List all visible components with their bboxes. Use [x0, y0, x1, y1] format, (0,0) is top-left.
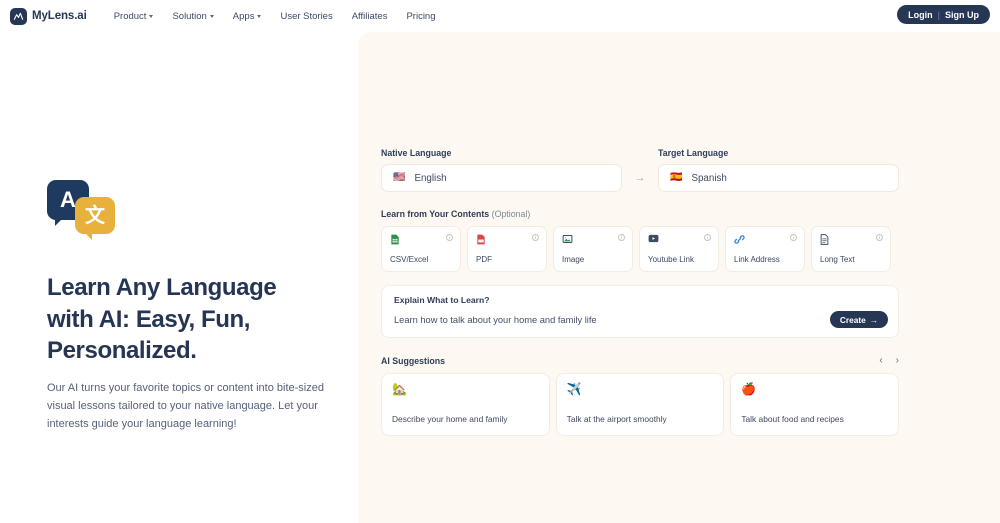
contents-optional-label: (Optional): [491, 209, 531, 219]
target-language-value: Spanish: [691, 172, 727, 184]
suggestion-text-food-recipes: Talk about food and recipes: [741, 414, 844, 424]
contents-label: Learn from Your Contents: [381, 209, 490, 219]
main-panel: Native Language 🇺🇸 English → Target Lang…: [358, 32, 1000, 523]
native-language-select[interactable]: 🇺🇸 English: [381, 164, 622, 192]
pdf-file-icon: [476, 234, 538, 248]
language-selector-row: Native Language 🇺🇸 English → Target Lang…: [381, 148, 899, 192]
native-language-value: English: [414, 172, 447, 184]
native-language-label: Native Language: [381, 148, 452, 158]
suggestion-card-airport[interactable]: ✈️ Talk at the airport smoothly: [555, 373, 725, 436]
explain-input[interactable]: Learn how to talk about your home and fa…: [394, 315, 886, 325]
chevron-right-icon[interactable]: ›: [896, 355, 899, 366]
content-source-grid: CSV/Excel i PDF i Image i Youtube Link i…: [381, 226, 899, 272]
native-language-group: Native Language 🇺🇸 English: [381, 148, 622, 192]
source-label-pdf: PDF: [476, 255, 492, 264]
direction-arrow-icon: →: [634, 172, 646, 184]
image-file-icon: [562, 234, 624, 247]
source-label-youtube-link: Youtube Link: [648, 255, 694, 264]
link-address-icon: [734, 234, 796, 248]
page-title: Learn Any Language with AI: Easy, Fun, P…: [47, 274, 277, 365]
cjk-character-bubble-icon: 文: [75, 197, 115, 240]
nav-item-apps-label: Apps: [232, 10, 255, 22]
nav-item-product[interactable]: Product: [114, 11, 154, 22]
spain-flag-icon: 🇪🇸: [670, 172, 683, 183]
suggestion-card-food-recipes[interactable]: 🍎 Talk about food and recipes: [730, 373, 900, 436]
suggestion-text-home-family: Describe your home and family: [392, 414, 508, 424]
brand-logo[interactable]: MyLens.ai: [10, 7, 87, 25]
source-card-pdf[interactable]: PDF i: [467, 226, 547, 272]
source-label-link-address: Link Address: [734, 255, 780, 264]
ai-suggestions-title: AI Suggestions: [381, 355, 446, 366]
info-icon[interactable]: i: [704, 234, 711, 241]
nav-item-pricing[interactable]: Pricing: [406, 11, 435, 22]
source-card-csv-excel[interactable]: CSV/Excel i: [381, 226, 461, 272]
us-flag-icon: 🇺🇸: [393, 172, 406, 183]
source-card-link-address[interactable]: Link Address i: [725, 226, 805, 272]
info-icon[interactable]: i: [532, 234, 539, 241]
nav-item-user-stories[interactable]: User Stories: [280, 11, 332, 22]
source-label-csv-excel: CSV/Excel: [390, 255, 429, 264]
nav-links: Product Solution Apps User Stories Affil…: [114, 11, 436, 22]
source-label-long-text: Long Text: [820, 255, 855, 264]
nav-item-affiliates-label: Affiliates: [351, 10, 388, 22]
auth-buttons[interactable]: Login | Sign Up: [897, 5, 990, 24]
explain-what-to-learn-box: Explain What to Learn? Learn how to talk…: [381, 285, 899, 338]
brand-name: MyLens.ai: [32, 10, 87, 22]
chevron-down-icon: [149, 15, 154, 18]
hero-subtitle: Our AI turns your favorite topics or con…: [47, 382, 324, 430]
mylens-logo-icon: [10, 7, 27, 25]
create-button[interactable]: Create →: [829, 311, 888, 328]
translate-bubbles-icon: A 文: [47, 180, 125, 242]
apple-emoji: 🍎: [741, 382, 757, 396]
arrow-right-icon: →: [869, 314, 878, 325]
auth-separator: |: [937, 9, 940, 20]
ai-suggestions-header: AI Suggestions ‹ ›: [381, 355, 899, 366]
hero-section: A 文 Learn Any Language with AI: Easy, Fu…: [47, 180, 327, 433]
nav-item-solution-label: Solution: [172, 10, 207, 22]
top-navbar: MyLens.ai Product Solution Apps User Sto…: [0, 0, 1000, 32]
suggestions-carousel-nav: ‹ ›: [879, 355, 899, 366]
target-language-label: Target Language: [658, 148, 729, 158]
create-button-label: Create: [839, 314, 866, 325]
contents-section-header: Learn from Your Contents (Optional): [381, 209, 899, 219]
source-card-image[interactable]: Image i: [553, 226, 633, 272]
youtube-link-icon: [648, 234, 710, 246]
chevron-down-icon: [209, 15, 214, 18]
csv-excel-file-icon: [390, 234, 452, 248]
suggestion-card-home-family[interactable]: 🏡 Describe your home and family: [381, 373, 550, 436]
chevron-down-icon: [257, 15, 262, 18]
target-language-group: Target Language 🇪🇸 Spanish: [658, 148, 899, 192]
chevron-left-icon[interactable]: ‹: [879, 355, 882, 366]
nav-item-apps[interactable]: Apps: [233, 11, 262, 22]
info-icon[interactable]: i: [618, 234, 625, 241]
suggestion-text-airport: Talk at the airport smoothly: [566, 414, 667, 424]
signup-button[interactable]: Sign Up: [945, 10, 979, 20]
nav-item-pricing-label: Pricing: [406, 10, 436, 22]
airplane-emoji: ✈️: [566, 382, 582, 396]
explain-label: Explain What to Learn?: [394, 295, 490, 305]
nav-item-user-stories-label: User Stories: [280, 10, 333, 22]
source-card-youtube-link[interactable]: Youtube Link i: [639, 226, 719, 272]
target-language-select[interactable]: 🇪🇸 Spanish: [658, 164, 899, 192]
long-text-icon: [820, 234, 882, 248]
nav-item-product-label: Product: [113, 10, 147, 22]
nav-item-affiliates[interactable]: Affiliates: [352, 11, 388, 22]
login-button[interactable]: Login: [908, 10, 933, 20]
form-container: Native Language 🇺🇸 English → Target Lang…: [381, 148, 900, 436]
house-with-garden-emoji: 🏡: [392, 382, 407, 396]
info-icon[interactable]: i: [876, 234, 883, 241]
info-icon[interactable]: i: [446, 234, 453, 241]
info-icon[interactable]: i: [790, 234, 797, 241]
source-label-image: Image: [562, 255, 585, 264]
ai-suggestions-grid: 🏡 Describe your home and family ✈️ Talk …: [381, 373, 900, 436]
nav-item-solution[interactable]: Solution: [172, 10, 214, 22]
source-card-long-text[interactable]: Long Text i: [811, 226, 891, 272]
page-root: MyLens.ai Product Solution Apps User Sto…: [0, 0, 1000, 523]
